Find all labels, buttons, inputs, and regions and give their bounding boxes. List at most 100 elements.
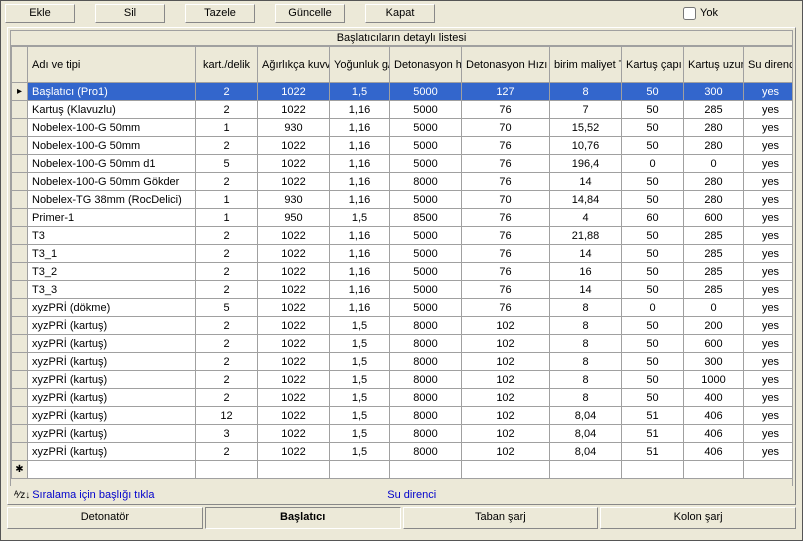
empty-cell[interactable] [258, 461, 330, 479]
empty-cell[interactable] [330, 461, 390, 479]
guncelle-button[interactable]: Güncelle [275, 4, 345, 23]
table-row[interactable]: T3210221,1650007621,8850285yes [12, 227, 794, 245]
empty-cell[interactable] [462, 461, 550, 479]
cell-kart[interactable]: 2 [196, 443, 258, 461]
table-row[interactable]: ▸Başlatıcı (Pro1)210221,55000127850300ye… [12, 83, 794, 101]
cell-ku[interactable]: 600 [684, 209, 744, 227]
tazele-button[interactable]: Tazele [185, 4, 255, 23]
cell-yog[interactable]: 1,5 [330, 209, 390, 227]
table-row[interactable]: Nobelex-100-G 50mm Gökder210221,16800076… [12, 173, 794, 191]
cell-name[interactable]: Nobelex-100-G 50mm Gökder [28, 173, 196, 191]
table-row[interactable]: xyzPRİ (kartuş)210221,58000102850400yes [12, 389, 794, 407]
cell-name[interactable]: T3_3 [28, 281, 196, 299]
cell-dc[interactable]: 70 [462, 191, 550, 209]
col-birim[interactable]: birim maliyet TL/kg [550, 47, 622, 83]
cell-kc[interactable]: 50 [622, 119, 684, 137]
cell-yog[interactable]: 1,5 [330, 353, 390, 371]
cell-kart[interactable]: 2 [196, 335, 258, 353]
cell-name[interactable]: Primer-1 [28, 209, 196, 227]
cell-bm[interactable]: 7 [550, 101, 622, 119]
cell-dc[interactable]: 76 [462, 299, 550, 317]
cell-bm[interactable]: 8 [550, 299, 622, 317]
kapat-button[interactable]: Kapat [365, 4, 435, 23]
cell-name[interactable]: T3_2 [28, 263, 196, 281]
cell-agr[interactable]: 1022 [258, 317, 330, 335]
cell-dh[interactable]: 5000 [390, 119, 462, 137]
cell-bm[interactable]: 21,88 [550, 227, 622, 245]
cell-dc[interactable]: 76 [462, 209, 550, 227]
cell-name[interactable]: xyzPRİ (kartuş) [28, 335, 196, 353]
cell-kc[interactable]: 50 [622, 353, 684, 371]
cell-name[interactable]: xyzPRİ (kartuş) [28, 317, 196, 335]
cell-kc[interactable]: 0 [622, 155, 684, 173]
empty-cell[interactable] [28, 461, 196, 479]
cell-dh[interactable]: 5000 [390, 137, 462, 155]
cell-bm[interactable]: 14 [550, 245, 622, 263]
col-det-hiz[interactable]: Detonasyon hızı m/sec [390, 47, 462, 83]
table-row[interactable]: xyzPRİ (kartuş)210221,58000102850200yes [12, 317, 794, 335]
table-row[interactable]: T3_2210221,165000761650285yes [12, 263, 794, 281]
cell-yog[interactable]: 1,5 [330, 317, 390, 335]
cell-dh[interactable]: 8500 [390, 209, 462, 227]
cell-dh[interactable]: 5000 [390, 101, 462, 119]
cell-dh[interactable]: 5000 [390, 191, 462, 209]
cell-kart[interactable]: 1 [196, 191, 258, 209]
cell-su[interactable]: yes [744, 155, 794, 173]
cell-ku[interactable]: 280 [684, 173, 744, 191]
cell-dh[interactable]: 8000 [390, 407, 462, 425]
cell-bm[interactable]: 8,04 [550, 425, 622, 443]
cell-su[interactable]: yes [744, 317, 794, 335]
cell-agr[interactable]: 1022 [258, 371, 330, 389]
cell-kart[interactable]: 2 [196, 263, 258, 281]
cell-su[interactable]: yes [744, 389, 794, 407]
table-row[interactable]: Primer-119501,5850076460600yes [12, 209, 794, 227]
yok-checkbox-wrap[interactable]: Yok [683, 7, 718, 20]
cell-bm[interactable]: 15,52 [550, 119, 622, 137]
cell-yog[interactable]: 1,5 [330, 389, 390, 407]
cell-ku[interactable]: 300 [684, 353, 744, 371]
cell-dc[interactable]: 76 [462, 173, 550, 191]
cell-agr[interactable]: 1022 [258, 335, 330, 353]
cell-su[interactable]: yes [744, 407, 794, 425]
cell-name[interactable]: xyzPRİ (kartuş) [28, 425, 196, 443]
cell-bm[interactable]: 196,4 [550, 155, 622, 173]
cell-kc[interactable]: 51 [622, 425, 684, 443]
cell-su[interactable]: yes [744, 137, 794, 155]
cell-yog[interactable]: 1,5 [330, 425, 390, 443]
cell-yog[interactable]: 1,5 [330, 83, 390, 101]
cell-dh[interactable]: 8000 [390, 425, 462, 443]
cell-name[interactable]: xyzPRİ (kartuş) [28, 407, 196, 425]
cell-name[interactable]: Nobelex-100-G 50mm [28, 137, 196, 155]
cell-bm[interactable]: 8 [550, 317, 622, 335]
sil-button[interactable]: Sil [95, 4, 165, 23]
cell-dh[interactable]: 8000 [390, 317, 462, 335]
data-grid[interactable]: Adı ve tipi kart./delik Ağırlıkça kuvvet… [10, 46, 793, 486]
cell-ku[interactable]: 400 [684, 389, 744, 407]
cell-kart[interactable]: 2 [196, 173, 258, 191]
table-row[interactable]: xyzPRİ (kartuş)1210221,580001028,0451406… [12, 407, 794, 425]
cell-su[interactable]: yes [744, 209, 794, 227]
table-row[interactable]: Kartuş (Klavuzlu)210221,16500076750285ye… [12, 101, 794, 119]
cell-ku[interactable]: 280 [684, 191, 744, 209]
cell-ku[interactable]: 406 [684, 425, 744, 443]
cell-dh[interactable]: 8000 [390, 335, 462, 353]
cell-kart[interactable]: 2 [196, 83, 258, 101]
cell-dc[interactable]: 76 [462, 137, 550, 155]
col-su[interactable]: Su direnci [744, 47, 794, 83]
cell-dc[interactable]: 102 [462, 443, 550, 461]
cell-ku[interactable]: 280 [684, 137, 744, 155]
cell-agr[interactable]: 1022 [258, 155, 330, 173]
table-row[interactable]: xyzPRİ (kartuş)210221,58000102850300yes [12, 353, 794, 371]
cell-dc[interactable]: 76 [462, 227, 550, 245]
cell-dc[interactable]: 102 [462, 335, 550, 353]
cell-yog[interactable]: 1,16 [330, 155, 390, 173]
cell-kc[interactable]: 50 [622, 101, 684, 119]
cell-kc[interactable]: 51 [622, 407, 684, 425]
cell-kc[interactable]: 50 [622, 371, 684, 389]
cell-ku[interactable]: 200 [684, 317, 744, 335]
cell-su[interactable]: yes [744, 83, 794, 101]
cell-dh[interactable]: 5000 [390, 83, 462, 101]
cell-name[interactable]: T3_1 [28, 245, 196, 263]
cell-su[interactable]: yes [744, 371, 794, 389]
col-k-uzun[interactable]: Kartuş uzunluğu mm [684, 47, 744, 83]
